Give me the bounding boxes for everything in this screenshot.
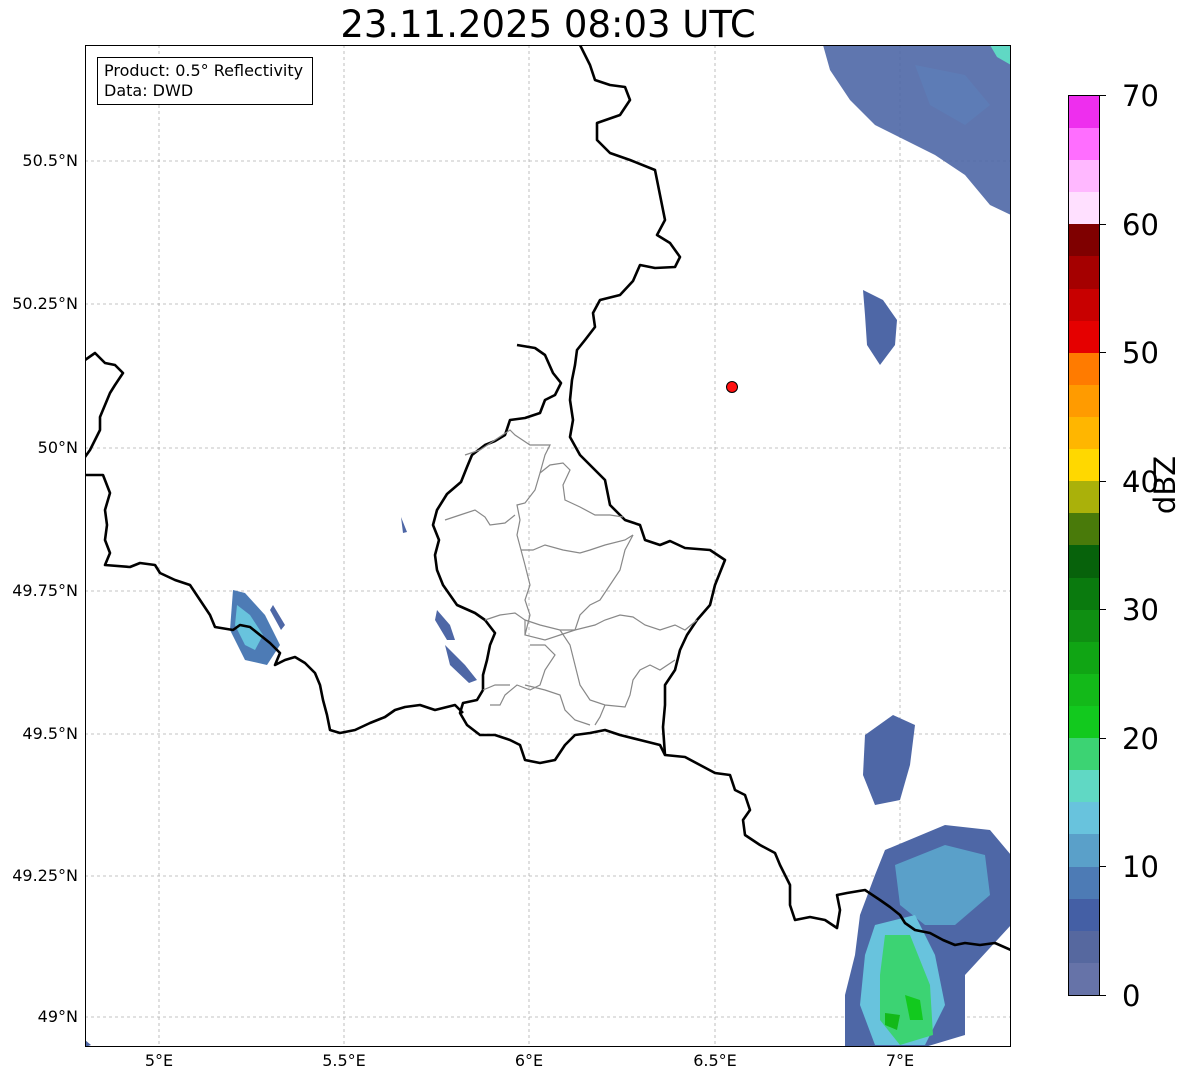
colorbar-tick-label: 30 [1122, 593, 1159, 627]
colorbar-segment [1069, 224, 1099, 257]
colorbar-tick [1100, 224, 1106, 225]
colorbar-segment [1069, 384, 1099, 418]
lon-tick-label: 5°E [144, 1051, 174, 1070]
colorbar-segment [1069, 449, 1099, 482]
lat-tick-label: 49.5°N [22, 724, 78, 743]
lat-tick-label: 49.75°N [12, 581, 78, 600]
colorbar-segment [1069, 802, 1099, 835]
lat-tick-label: 49.25°N [12, 866, 78, 885]
colorbar-segment [1069, 192, 1099, 225]
colorbar-segment [1069, 673, 1099, 707]
colorbar-segment [1069, 609, 1099, 642]
colorbar-segment [1069, 962, 1099, 995]
info-product: Product: 0.5° Reflectivity [104, 61, 304, 80]
colorbar-segment [1069, 898, 1099, 931]
colorbar-segment [1069, 577, 1099, 610]
lat-tick-label: 50°N [37, 438, 78, 457]
echo-east-small [863, 290, 897, 365]
colorbar-tick [1100, 738, 1106, 739]
country-borders [85, 45, 1011, 952]
map-title: 23.11.2025 08:03 UTC [340, 3, 756, 46]
colorbar-tick [1100, 866, 1106, 867]
lat-tick-label: 49°N [37, 1007, 78, 1026]
info-box: Product: 0.5° Reflectivity Data: DWD [97, 57, 313, 105]
colorbar-segment [1069, 417, 1099, 450]
colorbar-segment [1069, 481, 1099, 514]
colorbar-segment [1069, 128, 1099, 161]
colorbar-tick-label: 70 [1122, 79, 1159, 113]
lon-tick-label: 6.5°E [693, 1051, 737, 1070]
colorbar-segment [1069, 320, 1099, 353]
colorbar-tick [1100, 352, 1106, 353]
colorbar [1068, 95, 1100, 996]
colorbar-tick [1100, 609, 1106, 610]
info-data-source: Data: DWD [104, 81, 194, 100]
radar-map[interactable] [85, 45, 1011, 1047]
colorbar-segment [1069, 706, 1099, 739]
colorbar-segment [1069, 834, 1099, 867]
colorbar-segment [1069, 95, 1099, 129]
colorbar-segment [1069, 641, 1099, 674]
colorbar-title: dBZ [1148, 455, 1182, 515]
colorbar-tick [1100, 95, 1106, 96]
colorbar-tick [1100, 995, 1106, 996]
colorbar-segment [1069, 866, 1099, 899]
lat-tick-label: 50.25°N [12, 294, 78, 313]
lat-tick-label: 50.5°N [22, 151, 78, 170]
border-belgium-north [85, 351, 125, 458]
border-germany-west [568, 45, 727, 756]
colorbar-segment [1069, 513, 1099, 546]
echo-northeast [823, 45, 1011, 215]
colorbar-tick-label: 0 [1122, 979, 1141, 1013]
colorbar-segment [1069, 770, 1099, 803]
colorbar-tick-label: 10 [1122, 850, 1159, 884]
colorbar-segment [1069, 930, 1099, 963]
colorbar-tick-label: 50 [1122, 336, 1159, 370]
lon-tick-label: 5.5°E [322, 1051, 366, 1070]
lon-tick-label: 7°E [885, 1051, 915, 1070]
colorbar-segment [1069, 738, 1099, 771]
lon-tick-label: 6°E [514, 1051, 544, 1070]
colorbar-segment [1069, 160, 1099, 193]
colorbar-segment [1069, 352, 1099, 385]
colorbar-tick-label: 60 [1122, 208, 1159, 242]
colorbar-tick-label: 20 [1122, 722, 1159, 756]
border-belgium-france [85, 473, 464, 735]
colorbar-tick [1100, 481, 1106, 482]
colorbar-segment [1069, 545, 1099, 578]
map-canvas [85, 45, 1011, 1047]
location-marker[interactable] [726, 381, 738, 393]
colorbar-segment [1069, 288, 1099, 321]
colorbar-segment [1069, 256, 1099, 289]
